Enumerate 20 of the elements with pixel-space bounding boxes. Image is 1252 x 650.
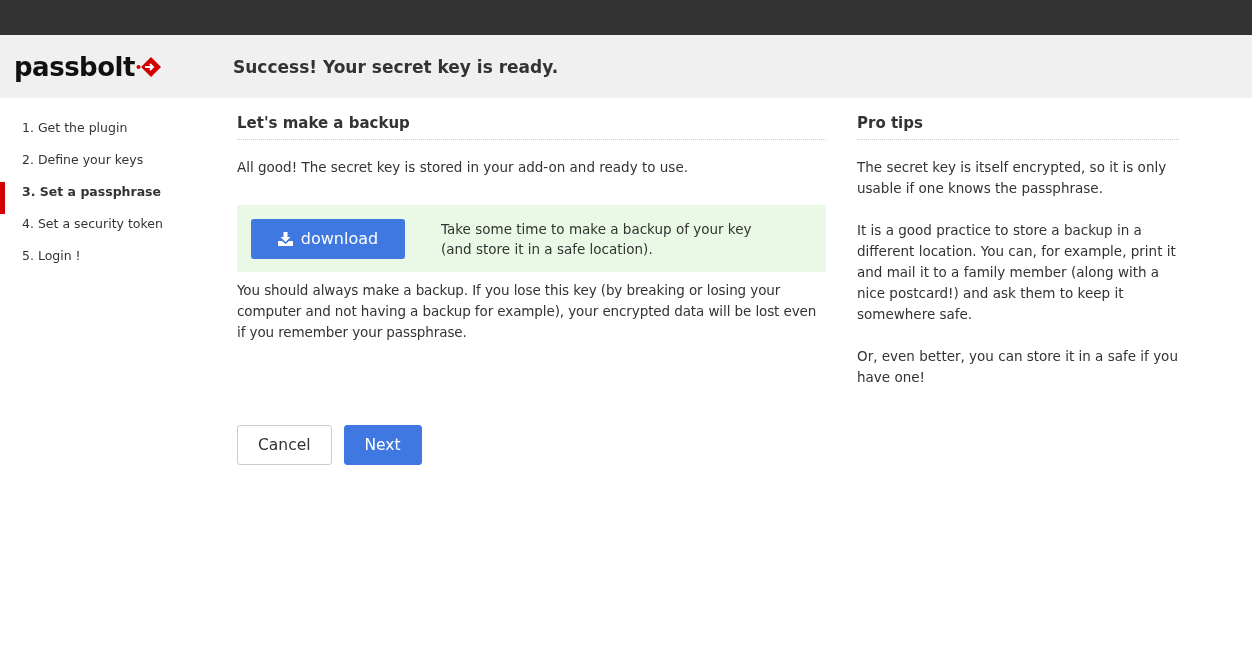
step-item[interactable]: 2. Define your keys xyxy=(0,150,237,182)
download-button[interactable]: download xyxy=(251,218,405,259)
warning-text: You should always make a backup. If you lose this key (by breaking or losing your computer and not having a backup for example), your encrypted data will be lost even if you remember your passphrase. xyxy=(237,281,818,342)
download-hint: Take some time to make a backup of your key xyxy=(441,219,752,239)
diamond-arrow-icon xyxy=(135,55,162,78)
next-button[interactable]: Next xyxy=(343,425,422,465)
cancel-button[interactable]: Cancel xyxy=(237,425,332,465)
tips-heading: Pro tips xyxy=(857,114,1179,140)
tip-paragraph: Or, even better, you can store it in a safe if you have one! xyxy=(857,347,1179,387)
step-item[interactable]: 4. Set a security token xyxy=(0,214,237,246)
tip-paragraph: It is a good practice to store a backup in a different location. You can, for example, print it and mail it to a family member (along with a nice postcard!) and ask them to keep it somewhere safe. xyxy=(857,221,1177,324)
logo-wordmark: passbolt xyxy=(14,51,135,82)
step-item[interactable]: 5. Login ! xyxy=(0,246,237,278)
intro-text: All good! The secret key is stored in your add-on and ready to use. xyxy=(237,158,689,177)
section-heading: Let's make a backup xyxy=(237,114,826,140)
page-title: Success! Your secret key is ready. xyxy=(233,56,559,77)
download-hint: (and store it in a safe location). xyxy=(441,239,654,259)
step-item[interactable]: 1. Get the plugin xyxy=(0,118,237,150)
download-icon xyxy=(277,231,293,246)
tip-paragraph: The secret key is itself encrypted, so it is only usable if one knows the passphrase. xyxy=(857,158,1168,198)
